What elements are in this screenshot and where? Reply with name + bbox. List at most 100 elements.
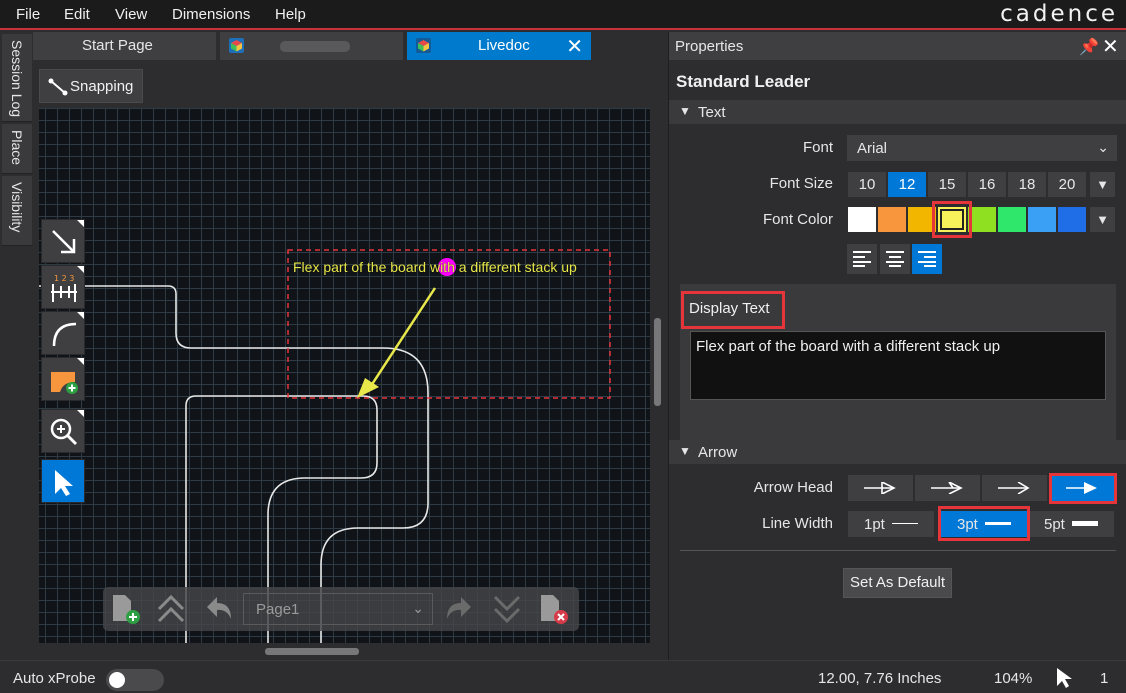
tab-start-page[interactable]: Start Page (33, 32, 216, 60)
scrollbar-thumb[interactable] (265, 648, 359, 655)
line-width-option[interactable]: 5pt (1028, 511, 1114, 537)
tool-select[interactable] (41, 459, 85, 503)
tab-start-page-label: Start Page (82, 37, 153, 54)
properties-header: Properties 📌 ✕ (669, 32, 1126, 60)
delete-page-icon[interactable] (537, 593, 571, 625)
menu-file[interactable]: File (16, 6, 40, 23)
add-page-icon[interactable] (109, 593, 143, 625)
font-size-label: Font Size (769, 175, 833, 192)
select-pointer-icon (55, 470, 73, 496)
document-tabs: Start Page Livedoc ✕ (33, 32, 665, 60)
menu-help[interactable]: Help (275, 6, 306, 23)
font-size-option[interactable]: 20 (1048, 172, 1086, 197)
horizontal-scrollbar[interactable] (33, 643, 665, 660)
align-right-button[interactable] (912, 244, 942, 274)
font-color-swatch[interactable] (998, 207, 1026, 232)
arrow-line-icon (52, 230, 76, 254)
status-bar: Auto xProbe 12.00, 7.76 Inches 104% 1 (0, 660, 1126, 693)
font-size-option-selected[interactable]: 12 (888, 172, 926, 197)
last-page-icon[interactable] (491, 593, 523, 625)
font-color-swatch[interactable] (1058, 207, 1086, 232)
font-size-option[interactable]: 16 (968, 172, 1006, 197)
snapping-label: Snapping (70, 78, 134, 95)
font-color-dropdown[interactable]: ▼ (1090, 207, 1115, 232)
arrow-head-barbed-icon (931, 482, 963, 494)
scrollbar-thumb[interactable] (654, 318, 661, 406)
auto-xprobe-label: Auto xProbe (13, 670, 96, 687)
font-size-dropdown[interactable]: ▼ (1090, 172, 1115, 197)
tab-place[interactable]: Place (2, 124, 32, 174)
chevron-down-icon: ⌄ (1097, 139, 1109, 155)
tab-document[interactable] (220, 32, 403, 60)
menu-dimensions[interactable]: Dimensions (172, 6, 250, 23)
leader-arrowhead (357, 378, 379, 398)
menu-view[interactable]: View (115, 6, 147, 23)
tab-session-log-label: Session Log (9, 40, 25, 118)
font-color-highlight (932, 201, 972, 238)
dimension-icon: 1 2 3 (51, 274, 77, 302)
font-color-swatch[interactable] (968, 207, 996, 232)
tool-zoom[interactable] (41, 409, 85, 453)
arrow-section-label: Arrow (698, 444, 738, 461)
object-type-title: Standard Leader (676, 72, 811, 91)
cube-icon (229, 38, 244, 53)
first-page-icon[interactable] (155, 593, 187, 625)
arrow-section-header[interactable]: ▼ Arrow (669, 440, 1126, 464)
menu-bar: File Edit View Dimensions Help cadence (0, 0, 1126, 30)
tab-livedoc[interactable]: Livedoc ✕ (407, 32, 591, 60)
add-shape-icon (51, 372, 78, 394)
arrow-head-option[interactable] (915, 475, 980, 501)
tool-arc[interactable] (41, 311, 85, 355)
page-select[interactable]: Page1 ⌄ (243, 593, 433, 625)
arrow-head-line-icon (998, 482, 1030, 494)
svg-text:1 2 3: 1 2 3 (54, 274, 74, 283)
next-page-icon[interactable] (443, 593, 475, 625)
cube-icon (416, 38, 431, 53)
selection-count: 1 (1100, 670, 1109, 687)
tool-leader-arrow[interactable] (41, 219, 85, 263)
previous-page-icon[interactable] (203, 593, 235, 625)
text-section-header[interactable]: ▼ Text (669, 100, 1126, 124)
align-center-button[interactable] (880, 244, 910, 274)
font-select[interactable]: Arial ⌄ (847, 135, 1117, 161)
font-size-option[interactable]: 10 (848, 172, 886, 197)
zoom-level: 104% (994, 670, 1033, 687)
font-color-swatch[interactable] (848, 207, 876, 232)
tab-livedoc-label: Livedoc (478, 37, 530, 54)
tab-visibility[interactable]: Visibility (2, 176, 32, 246)
arrow-head-option[interactable] (848, 475, 913, 501)
tool-dimension[interactable]: 1 2 3 (41, 265, 85, 309)
select-pointer-icon (1057, 668, 1072, 688)
close-icon[interactable]: ✕ (1102, 34, 1119, 59)
font-color-swatch[interactable] (878, 207, 906, 232)
font-color-swatch[interactable] (1028, 207, 1056, 232)
auto-xprobe-toggle[interactable] (106, 669, 164, 691)
font-color-label: Font Color (762, 211, 833, 228)
display-text-field[interactable]: Flex part of the board with a different … (690, 331, 1106, 400)
tab-session-log[interactable]: Session Log (2, 34, 32, 122)
close-icon[interactable]: ✕ (566, 34, 583, 59)
text-section-label: Text (698, 104, 726, 121)
snapping-button[interactable]: Snapping (39, 69, 143, 103)
chevron-down-icon: ⌄ (412, 600, 424, 616)
arc-icon (52, 322, 77, 347)
cadence-logo: cadence (1000, 1, 1118, 27)
line-width-value: 1pt (864, 516, 885, 533)
cursor-coordinates: 12.00, 7.76 Inches (818, 670, 942, 687)
redacted-tab-title (280, 41, 350, 52)
drawing-canvas[interactable]: Flex part of the board with a different … (33, 108, 650, 643)
font-label: Font (802, 139, 833, 156)
arrow-head-highlight (1049, 473, 1117, 504)
line-width-option[interactable]: 1pt (848, 511, 934, 537)
set-as-default-button[interactable]: Set As Default (843, 568, 952, 598)
leader-annotation-text[interactable]: Flex part of the board with a different … (293, 259, 577, 275)
vertical-scrollbar[interactable] (650, 108, 665, 643)
toggle-knob (109, 672, 125, 688)
arrow-head-option[interactable] (982, 475, 1047, 501)
pin-icon[interactable]: 📌 (1079, 37, 1099, 57)
tool-add-shape[interactable] (41, 357, 85, 401)
font-size-option[interactable]: 15 (928, 172, 966, 197)
menu-edit[interactable]: Edit (64, 6, 90, 23)
align-left-button[interactable] (847, 244, 877, 274)
font-size-option[interactable]: 18 (1008, 172, 1046, 197)
